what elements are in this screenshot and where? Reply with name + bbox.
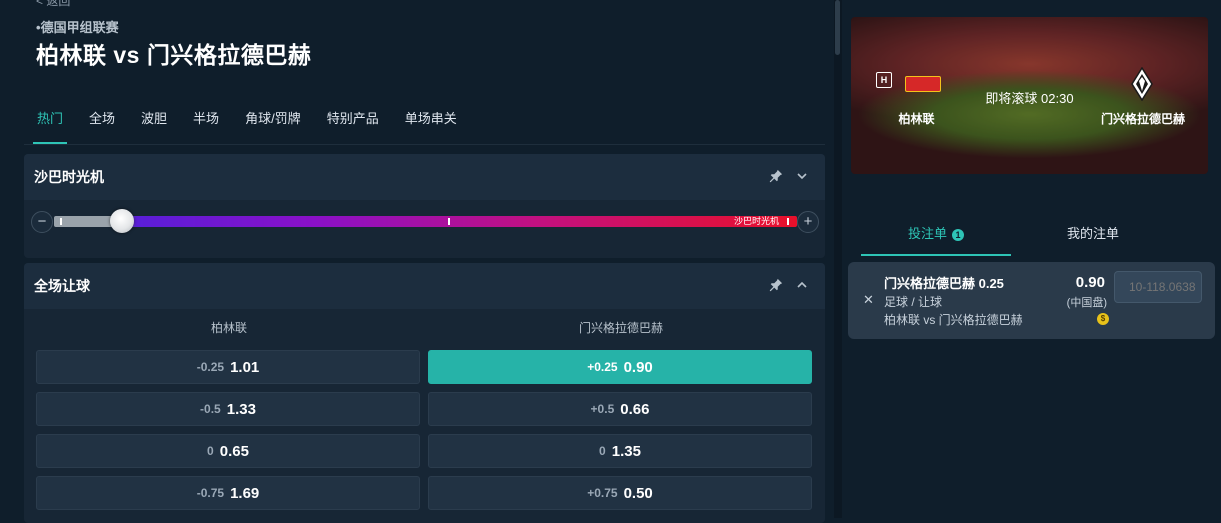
tabs-divider <box>24 144 825 145</box>
slip-tabs: 投注单 1 我的注单 <box>861 218 1200 256</box>
odds-value: 1.35 <box>611 442 641 460</box>
minus-button[interactable]: − <box>31 211 53 233</box>
odds-value: 0.66 <box>620 400 650 418</box>
odds-value: 0.65 <box>219 442 249 460</box>
odds-value: 0.50 <box>623 484 653 502</box>
handicap-line: +0.5 <box>590 402 615 416</box>
page-title: 柏林联 vs 门兴格拉德巴赫 <box>36 42 312 68</box>
handicap-line: -0.25 <box>196 360 225 374</box>
league-name: •德国甲组联赛 <box>36 17 119 36</box>
odds-button-away[interactable]: 0 1.35 <box>428 434 812 468</box>
odds-value: 1.69 <box>230 484 260 502</box>
slip-odds: 0.90 <box>1075 274 1105 291</box>
track-end-label: 沙巴时光机 <box>733 216 779 226</box>
scoreboard: H 即将滚球 02:30 柏林联 门兴格拉德巴赫 <box>851 17 1208 174</box>
home-column-header: 柏林联 <box>210 321 247 335</box>
time-machine-title: 沙巴时光机 <box>34 169 104 185</box>
pin-icon[interactable] <box>763 278 789 295</box>
slip-market: 足球 / 让球 <box>884 295 943 309</box>
time-track[interactable]: 沙巴时光机 <box>54 216 797 227</box>
slip-event: 柏林联 vs 门兴格拉德巴赫 <box>884 313 1023 327</box>
time-machine-panel: 沙巴时光机 − 沙巴时光机 + <box>24 154 825 258</box>
away-team-name: 门兴格拉德巴赫 <box>1100 112 1185 126</box>
odds-button-home[interactable]: -0.75 1.69 <box>36 476 420 510</box>
slip-selection: 门兴格拉德巴赫 0.25 <box>884 276 1004 291</box>
home-team-name: 柏林联 <box>898 112 935 126</box>
away-column-header: 门兴格拉德巴赫 <box>578 321 663 335</box>
odds-button-home[interactable]: 0 0.65 <box>36 434 420 468</box>
match-status: 即将滚球 02:30 <box>985 91 1074 106</box>
odds-value: 1.01 <box>230 358 260 376</box>
odds-value: 0.90 <box>623 358 653 376</box>
pin-icon[interactable] <box>763 169 789 186</box>
tab-specials[interactable]: 特别产品 <box>314 108 392 144</box>
handicap-line: -0.75 <box>196 486 225 500</box>
market-tabs: 热门 全场 波胆 半场 角球/罚牌 特别产品 单场串关 <box>24 108 470 144</box>
back-link[interactable]: < 返回 <box>36 0 70 9</box>
odds-button-away[interactable]: +0.5 0.66 <box>428 392 812 426</box>
odds-button-home[interactable]: -0.25 1.01 <box>36 350 420 384</box>
tab-correct-score[interactable]: 波胆 <box>128 108 180 144</box>
slider-handle[interactable] <box>110 209 134 233</box>
close-icon[interactable]: ✕ <box>863 292 874 308</box>
odds-button-away-selected[interactable]: +0.25 0.90 <box>428 350 812 384</box>
bet-slip-item: ✕ 门兴格拉德巴赫 0.25 足球 / 让球 柏林联 vs 门兴格拉德巴赫 0.… <box>848 262 1215 339</box>
tab-popular[interactable]: 热门 <box>24 108 76 144</box>
handicap-columns: 柏林联 门兴格拉德巴赫 <box>24 319 825 339</box>
track-tick <box>448 218 450 225</box>
scroll-track[interactable] <box>834 0 842 518</box>
handicap-header[interactable]: 全场让球 <box>24 263 825 309</box>
market-area: < 返回 •德国甲组联赛 柏林联 vs 门兴格拉德巴赫 热门 全场 波胆 半场 … <box>0 0 834 523</box>
handicap-line: -0.5 <box>200 402 221 416</box>
stake-input[interactable] <box>1114 271 1202 303</box>
tab-corners-cards[interactable]: 角球/罚牌 <box>232 108 314 144</box>
right-sidebar: H 即将滚球 02:30 柏林联 门兴格拉德巴赫 投注单 1 我的注单 ✕ 门兴格… <box>842 0 1221 518</box>
track-tick <box>60 218 62 225</box>
track-tick <box>787 218 789 225</box>
league-label: 德国甲组联赛 <box>40 20 119 35</box>
odds-button-away[interactable]: +0.75 0.50 <box>428 476 812 510</box>
slip-count-badge: 1 <box>952 228 964 241</box>
odds-value: 1.33 <box>226 400 256 418</box>
tab-halftime[interactable]: 半场 <box>180 108 232 144</box>
tab-fulltime[interactable]: 全场 <box>76 108 128 144</box>
handicap-panel: 全场让球 柏林联 门兴格拉德巴赫 -0.25 1.01 +0.25 0.90 -… <box>24 263 825 523</box>
home-badge: H <box>876 72 892 88</box>
handicap-title: 全场让球 <box>34 278 90 294</box>
slip-odds-type: (中国盘) <box>1066 297 1107 309</box>
handicap-line: 0 <box>599 444 606 458</box>
chevron-down-icon[interactable] <box>789 169 815 185</box>
chevron-up-icon[interactable] <box>789 278 815 294</box>
handicap-line: 0 <box>207 444 214 458</box>
tab-bet-slip-label: 投注单 <box>907 226 947 241</box>
handicap-line: +0.75 <box>587 486 618 500</box>
scrollbar-thumb[interactable] <box>835 0 840 55</box>
tab-bet-slip[interactable]: 投注单 1 <box>861 218 1011 256</box>
time-machine-slider: − 沙巴时光机 + <box>24 200 825 258</box>
plus-button[interactable]: + <box>797 211 819 233</box>
tab-parlay[interactable]: 单场串关 <box>392 108 470 144</box>
time-machine-header[interactable]: 沙巴时光机 <box>24 154 825 200</box>
coin-icon: $ <box>1097 313 1109 325</box>
odds-button-home[interactable]: -0.5 1.33 <box>36 392 420 426</box>
handicap-line: +0.25 <box>587 360 618 374</box>
tab-my-bets[interactable]: 我的注单 <box>1023 218 1163 256</box>
